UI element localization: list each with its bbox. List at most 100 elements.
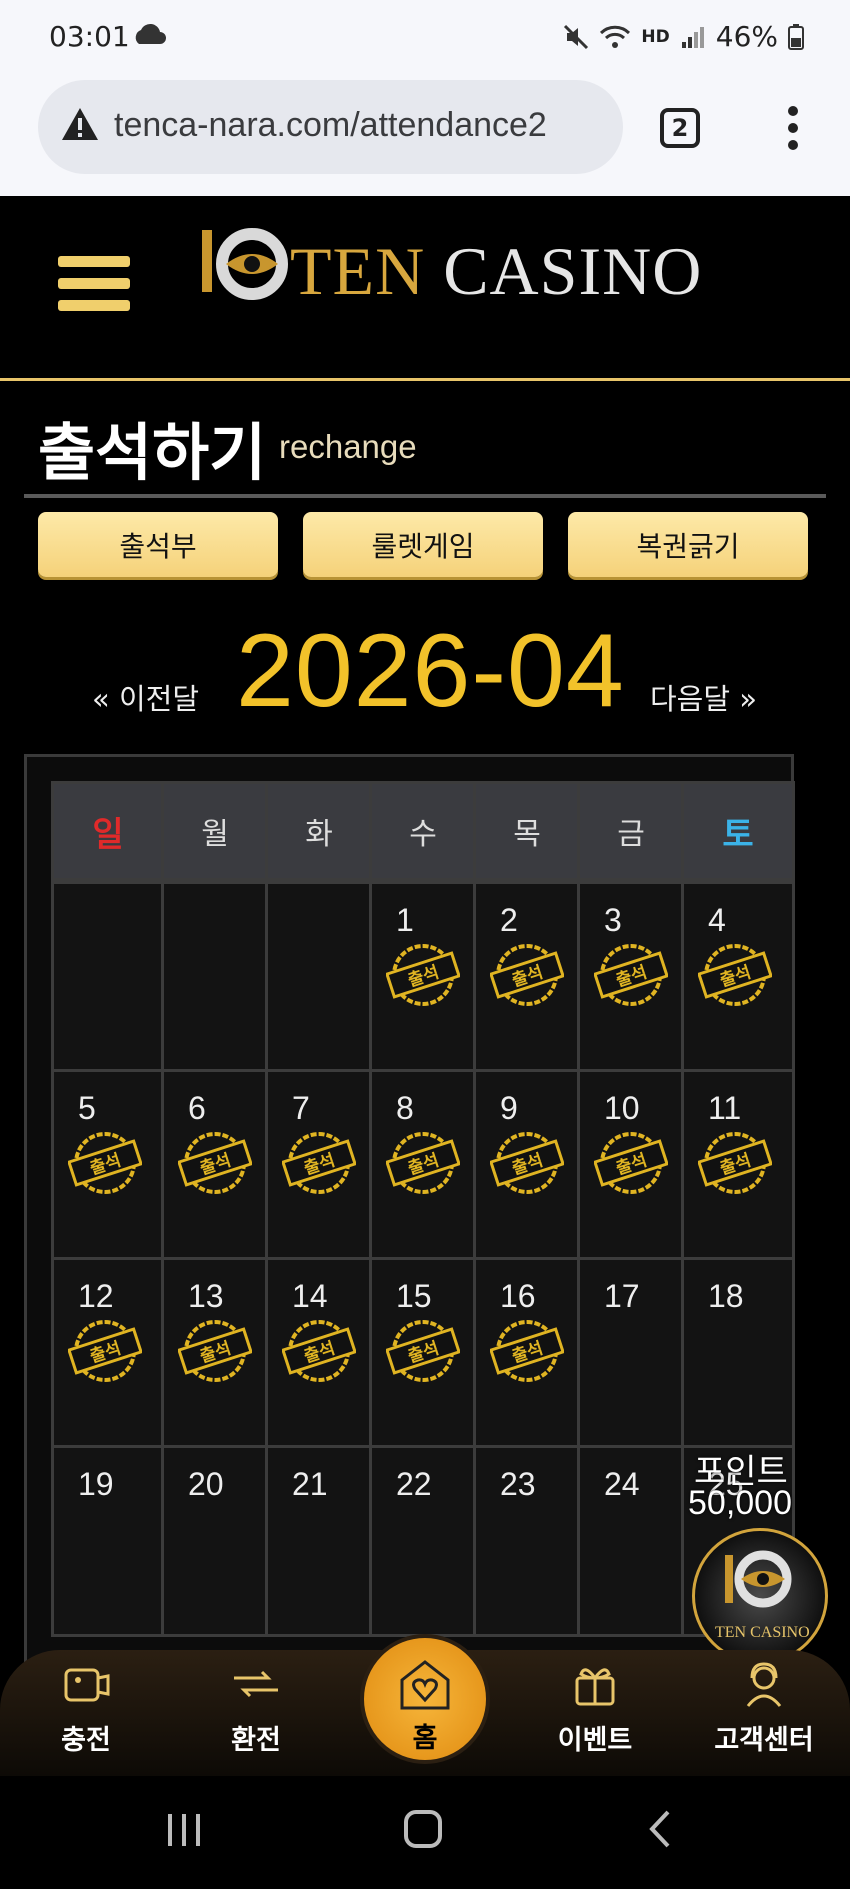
weekday-header-tue: 화 <box>265 781 373 881</box>
day-number: 22 <box>396 1466 432 1502</box>
roulette-game-button[interactable]: 룰렛게임 <box>303 512 543 577</box>
weekday-header-mon: 월 <box>161 781 269 881</box>
calendar-day-12: 12 출석 <box>51 1257 165 1449</box>
menu-dot <box>788 140 798 150</box>
attendance-stamp-icon: 출석 <box>68 1320 142 1382</box>
day-number: 10 <box>604 1090 640 1126</box>
day-number: 4 <box>708 902 726 938</box>
calendar-day-3: 3 출석 <box>577 881 685 1073</box>
attendance-stamp-icon: 출석 <box>594 944 668 1006</box>
browser-menu-button[interactable] <box>786 106 800 150</box>
title-divider <box>24 494 826 498</box>
calendar-day-20: 20 <box>161 1445 269 1637</box>
calendar-day-2: 2 출석 <box>473 881 581 1073</box>
day-number: 13 <box>188 1278 224 1314</box>
calendar-day-9: 9 출석 <box>473 1069 581 1261</box>
calendar-day-10: 10 출석 <box>577 1069 685 1261</box>
support-agent-icon <box>746 1662 782 1707</box>
calendar-day-24: 24 <box>577 1445 685 1637</box>
day-number: 24 <box>604 1466 640 1502</box>
recent-apps-icon[interactable] <box>164 1810 204 1850</box>
attendance-stamp-icon: 출석 <box>490 1132 564 1194</box>
day-number: 7 <box>292 1090 310 1126</box>
calendar-empty-cell <box>161 881 269 1073</box>
calendar-empty-cell <box>265 881 373 1073</box>
calendar-day-18: 18 <box>681 1257 795 1449</box>
weekday-header-thu: 목 <box>473 781 581 881</box>
hd-voice-icon: HD <box>641 26 670 47</box>
mute-icon <box>564 24 589 49</box>
day-number: 23 <box>500 1466 536 1502</box>
hamburger-menu-icon[interactable] <box>58 256 130 320</box>
weekday-header-fri: 금 <box>577 781 685 881</box>
status-time: 03:01 <box>49 20 130 53</box>
calendar-day-13: 13 출석 <box>161 1257 269 1449</box>
weekday-header-sun: 일 <box>51 781 165 881</box>
back-icon[interactable] <box>644 1808 674 1850</box>
attendance-stamp-icon: 출석 <box>68 1132 142 1194</box>
calendar-empty-cell <box>51 881 165 1073</box>
attendance-stamp-icon: 출석 <box>594 1132 668 1194</box>
logo-mark-icon[interactable] <box>196 224 290 304</box>
status-bar: 03:01 HD 46% <box>0 0 850 78</box>
calendar-day-23: 23 <box>473 1445 581 1637</box>
nav-home-button[interactable]: 홈 <box>360 1634 490 1764</box>
home-icon[interactable] <box>402 1808 444 1850</box>
battery-percent: 46% <box>715 20 778 53</box>
nav-label: 홈 <box>412 1723 438 1754</box>
page-subtitle: rechange <box>279 428 417 465</box>
menu-dot <box>788 123 798 133</box>
calendar-day-7: 7 출석 <box>265 1069 373 1261</box>
day-number: 1 <box>396 902 414 938</box>
attendance-book-button[interactable]: 출석부 <box>38 512 278 577</box>
page-title: 출석하기 <box>38 416 267 489</box>
current-month: 2026-04 <box>236 613 625 729</box>
day-number: 2 <box>500 902 518 938</box>
attendance-stamp-icon: 출석 <box>178 1132 252 1194</box>
attendance-stamp-icon: 출석 <box>698 1132 772 1194</box>
day-number: 8 <box>396 1090 414 1126</box>
day-number: 3 <box>604 902 622 938</box>
system-navigation-bar <box>0 1776 850 1889</box>
calendar-day-1: 1 출석 <box>369 881 477 1073</box>
lottery-scratch-button[interactable]: 복권긁기 <box>568 512 808 577</box>
home-heart-icon <box>400 1660 450 1710</box>
nav-charge[interactable]: 충전 <box>26 1650 146 1757</box>
floating-logo-button[interactable]: TEN CASINO <box>692 1528 828 1664</box>
nav-customer-center[interactable]: 고객센터 <box>704 1650 824 1757</box>
day-number: 15 <box>396 1278 432 1314</box>
day-number: 17 <box>604 1278 640 1314</box>
exchange-icon <box>234 1670 278 1698</box>
attendance-calendar: 일 월 화 수 목 금 토 1 출석 2 출석 3 출석 4 출석 5 출석 6 출석 7 출석 8 출석 9 출석 10 출석 11… <box>24 754 795 1674</box>
warning-icon[interactable] <box>60 106 100 142</box>
tab-switcher-button[interactable]: 2 <box>660 108 700 148</box>
day-number: 16 <box>500 1278 536 1314</box>
tab-button-group: 출석부 룰렛게임 복권긁기 <box>38 512 808 577</box>
nav-label: 충전 <box>61 1725 111 1756</box>
weekday-header-wed: 수 <box>369 781 477 881</box>
nav-label: 이벤트 <box>557 1725 633 1756</box>
url-text[interactable]: tenca-nara.com/attendance2 <box>114 106 547 145</box>
attendance-stamp-icon: 출석 <box>282 1320 356 1382</box>
nav-exchange[interactable]: 환전 <box>196 1650 316 1757</box>
status-icons: HD 46% <box>563 20 804 53</box>
nav-label: 환전 <box>231 1725 281 1756</box>
attendance-stamp-icon: 출석 <box>386 1320 460 1382</box>
gift-icon <box>575 1668 615 1706</box>
calendar-day-16: 16 출석 <box>473 1257 581 1449</box>
nav-label: 고객센터 <box>714 1725 814 1756</box>
day-number: 20 <box>188 1466 224 1502</box>
day-number: 21 <box>292 1466 328 1502</box>
address-bar[interactable]: tenca-nara.com/attendance2 <box>38 80 623 174</box>
logo-ten: TEN <box>290 233 426 309</box>
site-header: TEN CASINO <box>0 196 850 381</box>
attendance-stamp-icon: 출석 <box>282 1132 356 1194</box>
nav-event[interactable]: 이벤트 <box>535 1650 655 1757</box>
site-logo[interactable]: TEN CASINO <box>290 232 702 311</box>
signal-icon <box>681 26 704 48</box>
calendar-day-15: 15 출석 <box>369 1257 477 1449</box>
calendar-day-4: 4 출석 <box>681 881 795 1073</box>
day-number: 6 <box>188 1090 206 1126</box>
prev-month-link[interactable]: « 이전달 <box>92 676 199 718</box>
next-month-link[interactable]: 다음달 » <box>650 676 757 718</box>
